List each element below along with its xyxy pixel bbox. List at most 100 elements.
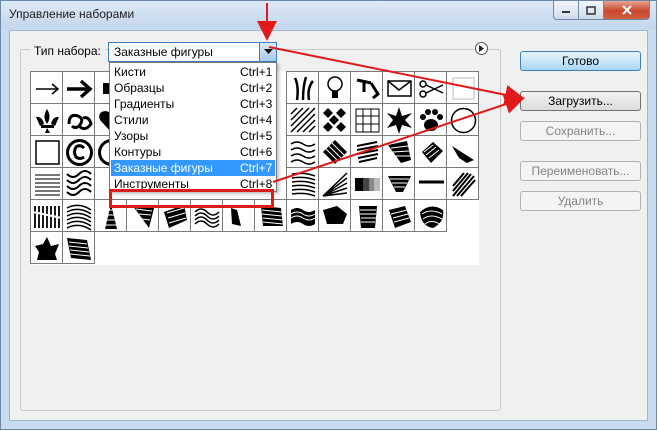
preset-cell[interactable] bbox=[414, 71, 447, 104]
fan-icon bbox=[322, 172, 348, 197]
preset-cell[interactable] bbox=[350, 71, 383, 104]
menu-item-contours[interactable]: Контуры Ctrl+6 bbox=[111, 144, 275, 160]
preset-cell[interactable] bbox=[30, 71, 63, 104]
patch-icon bbox=[323, 206, 347, 224]
preset-cell[interactable] bbox=[286, 135, 319, 168]
preset-cell[interactable] bbox=[318, 103, 351, 136]
preset-cell[interactable] bbox=[30, 199, 63, 232]
window-title: Управление наборами bbox=[9, 7, 135, 21]
ornament-icon bbox=[67, 113, 93, 131]
preset-cell[interactable] bbox=[414, 199, 447, 232]
copyright-icon bbox=[66, 139, 93, 166]
fleur-de-lis-icon bbox=[36, 109, 59, 133]
close-icon bbox=[621, 5, 632, 15]
load-button[interactable]: Загрузить... bbox=[520, 91, 641, 111]
preset-cell[interactable] bbox=[62, 71, 95, 104]
preset-cell[interactable] bbox=[30, 103, 63, 136]
preset-cell[interactable] bbox=[446, 135, 479, 168]
stripes-icon bbox=[291, 172, 316, 197]
stripes-icon bbox=[356, 141, 379, 163]
triangle-right-icon bbox=[479, 45, 484, 52]
preset-cell[interactable] bbox=[446, 167, 479, 200]
wave-lines-icon bbox=[66, 204, 92, 231]
diamond-grid-icon bbox=[323, 108, 346, 132]
preset-cell[interactable] bbox=[414, 135, 447, 168]
preset-cell[interactable] bbox=[446, 71, 479, 104]
close-button[interactable] bbox=[604, 1, 650, 20]
gradient-bar-icon bbox=[355, 178, 380, 191]
preset-type-menu: Кисти Ctrl+1 Образцы Ctrl+2 Градиенты Ctrl+… bbox=[109, 62, 277, 192]
starburst-icon bbox=[387, 107, 412, 134]
arrow-bold-icon bbox=[67, 79, 93, 99]
tilted-square-icon bbox=[323, 140, 347, 164]
grass-icon bbox=[293, 76, 314, 101]
menu-item-custom-shapes[interactable]: Заказные фигуры Ctrl+7 bbox=[111, 160, 275, 176]
panel-menu-button[interactable] bbox=[475, 42, 488, 55]
menu-item-brushes[interactable]: Кисти Ctrl+1 bbox=[111, 64, 275, 80]
preset-type-select[interactable]: Заказные фигуры bbox=[108, 42, 277, 62]
preset-cell[interactable] bbox=[30, 135, 63, 168]
preset-cell[interactable] bbox=[414, 167, 447, 200]
preset-cell[interactable] bbox=[382, 199, 415, 232]
preset-cell[interactable] bbox=[382, 103, 415, 136]
preset-cell[interactable] bbox=[318, 71, 351, 104]
shard-icon bbox=[452, 146, 474, 163]
title-bar: Управление наборами bbox=[1, 1, 656, 29]
diagonal-tile-icon bbox=[452, 172, 476, 197]
preset-cell[interactable] bbox=[30, 167, 63, 200]
menu-item-styles[interactable]: Стили Ctrl+4 bbox=[111, 112, 275, 128]
preset-cell[interactable] bbox=[382, 167, 415, 200]
dialog-body: Тип набора: Заказные фигуры Кисти Ctrl+1… bbox=[9, 30, 648, 421]
preset-cell[interactable] bbox=[350, 199, 383, 232]
blob-icon bbox=[420, 206, 444, 228]
preset-type-value: Заказные фигуры bbox=[114, 45, 213, 59]
preset-cell[interactable] bbox=[350, 103, 383, 136]
delete-button[interactable]: Удалить bbox=[520, 191, 641, 211]
preset-cell[interactable] bbox=[382, 135, 415, 168]
preset-cell[interactable] bbox=[318, 135, 351, 168]
menu-item-patterns[interactable]: Узоры Ctrl+5 bbox=[111, 128, 275, 144]
preset-cell[interactable] bbox=[286, 199, 319, 232]
wave-tile-icon bbox=[66, 170, 92, 196]
rename-button[interactable]: Переименовать... bbox=[520, 161, 641, 181]
hatch-pattern-icon bbox=[290, 107, 316, 133]
preset-cell[interactable] bbox=[62, 231, 95, 264]
maximize-button[interactable] bbox=[579, 1, 604, 20]
preset-type-label: Тип набора: bbox=[30, 44, 105, 58]
preset-cell[interactable] bbox=[414, 103, 447, 136]
preset-cell[interactable] bbox=[62, 167, 95, 200]
preset-cell[interactable] bbox=[382, 71, 415, 104]
preset-cell[interactable] bbox=[286, 167, 319, 200]
minimize-icon bbox=[562, 11, 570, 13]
preset-cell[interactable] bbox=[350, 167, 383, 200]
preset-cell[interactable] bbox=[318, 199, 351, 232]
burst-icon bbox=[35, 237, 59, 260]
preset-cell[interactable] bbox=[350, 135, 383, 168]
shard-icon bbox=[388, 141, 411, 163]
line-icon bbox=[419, 180, 444, 184]
menu-item-gradients[interactable]: Градиенты Ctrl+3 bbox=[111, 96, 275, 112]
preset-cell[interactable] bbox=[318, 167, 351, 200]
lines-icon bbox=[35, 174, 60, 196]
done-button[interactable]: Готово bbox=[520, 51, 641, 71]
preset-cell[interactable] bbox=[286, 71, 319, 104]
tile-icon bbox=[389, 206, 411, 228]
scissors-icon bbox=[419, 80, 444, 98]
wave-icon bbox=[290, 208, 316, 226]
save-button[interactable]: Сохранить... bbox=[520, 121, 641, 141]
envelope-icon bbox=[387, 80, 412, 97]
stripes-icon bbox=[359, 206, 377, 228]
preset-cell[interactable] bbox=[286, 103, 319, 136]
preset-cell[interactable] bbox=[62, 199, 95, 232]
tile-icon bbox=[422, 142, 443, 163]
window-controls bbox=[553, 1, 650, 21]
minimize-button[interactable] bbox=[553, 1, 579, 20]
preset-cell[interactable] bbox=[62, 103, 95, 136]
preset-cell[interactable] bbox=[30, 231, 63, 264]
dropdown-button[interactable] bbox=[259, 43, 276, 61]
preset-cell[interactable] bbox=[446, 103, 479, 136]
menu-item-swatches[interactable]: Образцы Ctrl+2 bbox=[111, 80, 275, 96]
preset-cell[interactable] bbox=[62, 135, 95, 168]
paw-print-icon bbox=[420, 109, 443, 131]
note-icon bbox=[356, 78, 380, 100]
